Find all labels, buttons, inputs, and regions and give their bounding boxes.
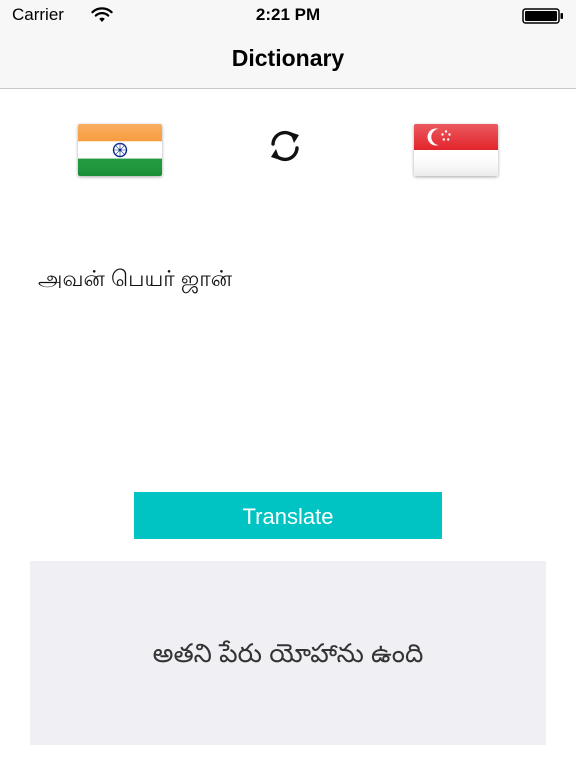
page-title: Dictionary xyxy=(231,45,345,71)
translate-button[interactable]: Translate xyxy=(134,492,442,539)
status-bar: Carrier 2:21 PM xyxy=(0,0,576,30)
battery-icon xyxy=(522,8,563,24)
singapore-flag-icon xyxy=(414,124,498,176)
translation-result-text: అతని పేరు యోహాను ఉంది xyxy=(152,638,424,668)
translation-result-panel: అతని పేరు యోహాను ఉంది xyxy=(30,561,546,745)
target-language-flag[interactable] xyxy=(414,124,498,176)
status-time: 2:21 PM xyxy=(255,5,321,24)
india-flag-icon xyxy=(78,124,162,176)
source-text-input[interactable]: அவன் பெயர் ஜான் xyxy=(38,262,538,296)
swap-arrows-icon[interactable] xyxy=(264,126,306,166)
nav-bar: Dictionary xyxy=(0,30,576,89)
source-language-flag[interactable] xyxy=(78,124,162,176)
